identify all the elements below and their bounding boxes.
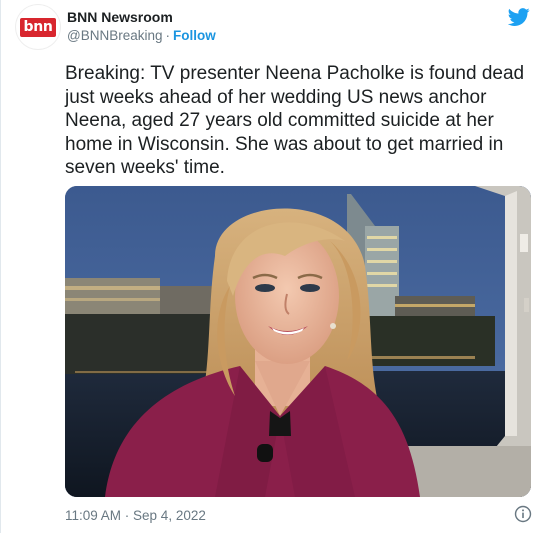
photo-illustration bbox=[65, 186, 531, 497]
bnn-logo: bnn bbox=[20, 17, 56, 37]
info-icon[interactable] bbox=[514, 505, 532, 523]
twitter-bird-icon[interactable] bbox=[508, 6, 530, 28]
avatar[interactable]: bnn bbox=[15, 4, 61, 50]
account-handle[interactable]: @BNNBreaking bbox=[67, 28, 163, 43]
tweet-text: Breaking: TV presenter Neena Pacholke is… bbox=[65, 63, 525, 178]
tweet-photo[interactable] bbox=[65, 186, 531, 497]
separator-dot: · bbox=[165, 28, 171, 43]
account-name[interactable]: BNN Newsroom bbox=[67, 9, 173, 25]
tweet-card: bnn BNN Newsroom @BNNBreaking · Follow Bre… bbox=[0, 0, 547, 533]
handle-line: @BNNBreaking · Follow bbox=[67, 28, 216, 43]
tweet-timestamp[interactable]: 11:09 AM · Sep 4, 2022 bbox=[65, 508, 206, 523]
follow-button[interactable]: Follow bbox=[173, 28, 216, 43]
